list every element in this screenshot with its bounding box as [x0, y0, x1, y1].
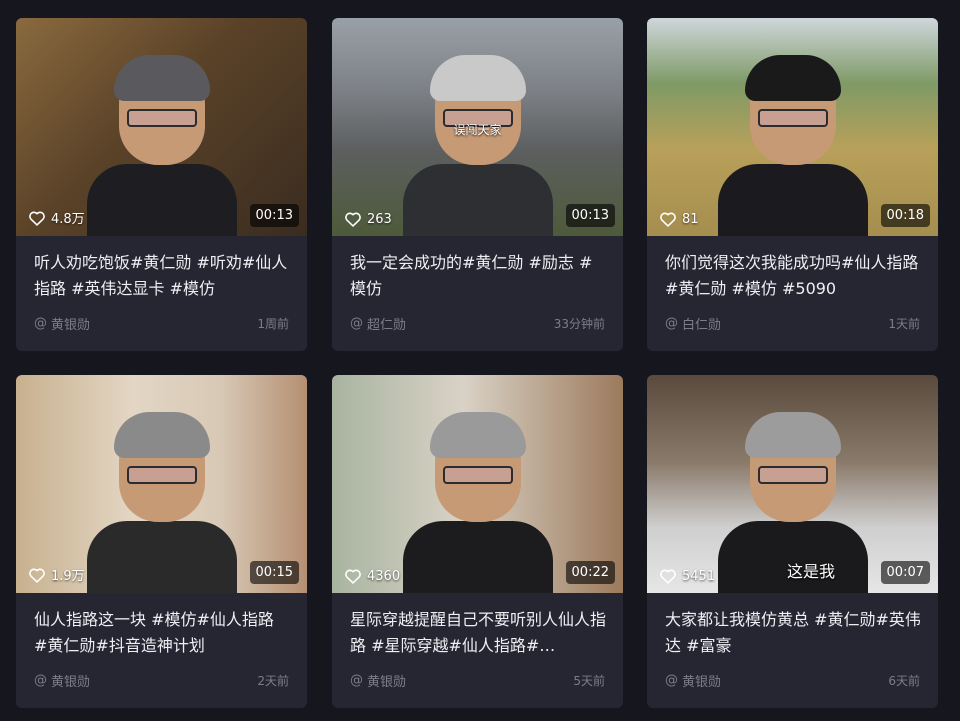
author-label: 黄银勋: [682, 675, 722, 690]
like-count-value: 81: [682, 211, 699, 227]
like-count-value: 4.8万: [51, 212, 85, 227]
like-count: 1.9万: [28, 565, 85, 584]
at-icon: @: [350, 673, 363, 688]
person-image: [717, 55, 868, 236]
author-name[interactable]: @ 黄银勋: [34, 314, 90, 333]
video-thumbnail[interactable]: 4360 00:22: [332, 375, 623, 593]
post-time: 33分钟前: [553, 317, 605, 331]
person-image: [402, 55, 553, 236]
at-icon: @: [34, 316, 47, 331]
heart-icon: [345, 569, 361, 584]
heart-icon: [660, 569, 676, 584]
like-count-value: 1.9万: [51, 569, 85, 584]
video-thumbnail[interactable]: 81 00:18: [647, 18, 938, 236]
duration-badge: 00:13: [565, 204, 615, 227]
like-count: 4360: [344, 568, 400, 584]
heart-icon: [29, 568, 45, 583]
video-card[interactable]: 误闯天家 263 00:13 我一定会成功的#黄仁勋 #励志 #模仿 @ 超仁勋 …: [332, 18, 623, 351]
video-meta: @ 黄银勋 1周前: [34, 314, 289, 333]
heart-icon: [29, 211, 45, 226]
video-meta: @ 超仁勋 33分钟前: [350, 314, 605, 333]
person-image: [86, 412, 237, 593]
person-image: [86, 55, 237, 236]
video-title[interactable]: 星际穿越提醒自己不要听别人仙人指路 #星际穿越#仙人指路#…: [350, 607, 607, 659]
video-title[interactable]: 仙人指路这一块 #模仿#仙人指路 #黄仁勋#抖音造神计划: [34, 607, 291, 659]
like-count-value: 263: [367, 211, 392, 227]
author-label: 超仁勋: [367, 318, 407, 333]
at-icon: @: [665, 316, 678, 331]
like-count: 4.8万: [28, 208, 85, 227]
author-name[interactable]: @ 黄银勋: [350, 671, 406, 690]
author-label: 黄银勋: [51, 318, 91, 333]
at-icon: @: [34, 673, 47, 688]
video-thumbnail[interactable]: 这是我 5451 00:07: [647, 375, 938, 593]
video-thumbnail[interactable]: 误闯天家 263 00:13: [332, 18, 623, 236]
like-count-value: 4360: [367, 568, 401, 584]
post-time: 2天前: [257, 674, 289, 688]
video-title[interactable]: 我一定会成功的#黄仁勋 #励志 #模仿: [350, 250, 607, 302]
duration-badge: 00:22: [565, 561, 615, 584]
video-thumbnail[interactable]: 1.9万 00:15: [16, 375, 307, 593]
post-time: 5天前: [573, 674, 605, 688]
duration-badge: 00:13: [249, 204, 299, 227]
duration-badge: 00:18: [880, 204, 930, 227]
heart-icon: [660, 212, 676, 227]
duration-badge: 00:07: [880, 561, 930, 584]
video-title[interactable]: 你们觉得这次我能成功吗#仙人指路 #黄仁勋 #模仿 #5090: [665, 250, 922, 302]
author-label: 黄银勋: [51, 675, 91, 690]
video-overlay-text: 这是我: [787, 562, 836, 581]
video-card[interactable]: 这是我 5451 00:07 大家都让我模仿黄总 #黄仁勋#英伟达 #富豪 @ 黄…: [647, 375, 938, 708]
post-time: 1周前: [257, 317, 289, 331]
author-name[interactable]: @ 黄银勋: [34, 671, 90, 690]
heart-icon: [345, 212, 361, 227]
post-time: 6天前: [888, 674, 920, 688]
like-count: 263: [344, 211, 392, 227]
video-meta: @ 黄银勋 2天前: [34, 671, 289, 690]
video-title[interactable]: 听人劝吃饱饭#黄仁勋 #听劝#仙人指路 #英伟达显卡 #模仿: [34, 250, 291, 302]
video-card[interactable]: 4.8万 00:13 听人劝吃饱饭#黄仁勋 #听劝#仙人指路 #英伟达显卡 #模…: [16, 18, 307, 351]
video-overlay-text: 误闯天家: [453, 123, 502, 137]
video-card[interactable]: 81 00:18 你们觉得这次我能成功吗#仙人指路 #黄仁勋 #模仿 #5090…: [647, 18, 938, 351]
video-meta: @ 黄银勋 5天前: [350, 671, 605, 690]
video-card[interactable]: 4360 00:22 星际穿越提醒自己不要听别人仙人指路 #星际穿越#仙人指路#…: [332, 375, 623, 708]
video-grid: 4.8万 00:13 听人劝吃饱饭#黄仁勋 #听劝#仙人指路 #英伟达显卡 #模…: [0, 0, 960, 721]
author-name[interactable]: @ 白仁勋: [665, 314, 721, 333]
like-count: 5451: [659, 568, 715, 584]
author-label: 白仁勋: [682, 318, 722, 333]
at-icon: @: [665, 673, 678, 688]
like-count-value: 5451: [682, 568, 716, 584]
author-name[interactable]: @ 超仁勋: [350, 314, 406, 333]
at-icon: @: [350, 316, 363, 331]
duration-badge: 00:15: [249, 561, 299, 584]
post-time: 1天前: [888, 317, 920, 331]
author-name[interactable]: @ 黄银勋: [665, 671, 721, 690]
video-meta: @ 黄银勋 6天前: [665, 671, 920, 690]
author-label: 黄银勋: [367, 675, 407, 690]
video-meta: @ 白仁勋 1天前: [665, 314, 920, 333]
person-image: [402, 412, 553, 593]
like-count: 81: [659, 211, 699, 227]
video-card[interactable]: 1.9万 00:15 仙人指路这一块 #模仿#仙人指路 #黄仁勋#抖音造神计划 …: [16, 375, 307, 708]
video-thumbnail[interactable]: 4.8万 00:13: [16, 18, 307, 236]
video-title[interactable]: 大家都让我模仿黄总 #黄仁勋#英伟达 #富豪: [665, 607, 922, 659]
